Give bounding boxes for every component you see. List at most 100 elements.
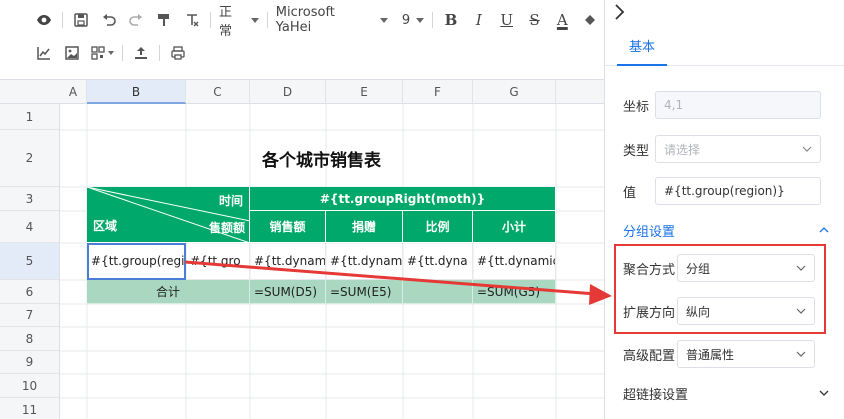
chevron-down-icon: [108, 51, 114, 55]
cell-d6[interactable]: =SUM(D5): [250, 280, 326, 304]
row-header-2[interactable]: 2: [0, 130, 60, 187]
chevron-down-icon: [796, 351, 806, 357]
row-header-8[interactable]: 8: [0, 327, 60, 351]
advanced-select[interactable]: 普通属性: [677, 340, 815, 368]
row-header-3[interactable]: 3: [0, 187, 60, 211]
column-header-bar: A B C D E F G: [0, 80, 604, 104]
row-header-10[interactable]: 10: [0, 374, 60, 398]
col-donation-header[interactable]: 捐赠: [326, 211, 403, 243]
column-header-d[interactable]: D: [250, 80, 326, 104]
cell-e6[interactable]: =SUM(E5): [326, 280, 403, 304]
font-size-value: 9: [401, 12, 411, 28]
cell-b5-selected[interactable]: #{tt.group(regi: [87, 243, 186, 280]
font-size-select[interactable]: 9: [398, 7, 428, 33]
chevron-down-icon: [416, 17, 425, 23]
hyperlink-settings-title: 超链接设置: [623, 387, 689, 403]
print-icon[interactable]: [164, 39, 192, 67]
column-header-g[interactable]: G: [473, 80, 556, 104]
cell-d5[interactable]: #{tt.dynami: [250, 243, 326, 280]
highlight-box: [614, 244, 826, 334]
spreadsheet-grid[interactable]: A B C D E F G 1 2 3 4 5 6 7 8 9 10 11 各个…: [0, 80, 604, 419]
qrcode-icon[interactable]: [86, 39, 118, 67]
column-header-e[interactable]: E: [326, 80, 403, 104]
clear-format-icon[interactable]: [178, 6, 206, 34]
toolbar-separator: [61, 12, 63, 28]
image-icon[interactable]: [58, 39, 86, 67]
toolbar-separator: [266, 12, 268, 28]
preview-eye-icon[interactable]: [30, 6, 58, 34]
coord-input[interactable]: 4,1: [655, 91, 821, 119]
col-ratio-header[interactable]: 比例: [403, 211, 473, 243]
font-family-select[interactable]: Microsoft YaHei: [272, 5, 392, 35]
upload-icon[interactable]: [127, 39, 155, 67]
font-family-value: Microsoft YaHei: [275, 5, 335, 35]
chevron-down-icon: [379, 17, 388, 23]
font-color-button[interactable]: A: [548, 6, 576, 34]
strikethrough-button[interactable]: S: [521, 6, 549, 34]
cell-f6[interactable]: [403, 280, 473, 304]
toolbar-row-1: 正常 Microsoft YaHei 9 B I U S A: [30, 2, 604, 39]
fill-color-icon[interactable]: [576, 6, 604, 34]
redo-icon[interactable]: [122, 6, 150, 34]
group-settings-title: 分组设置: [623, 224, 676, 240]
hyperlink-settings-section[interactable]: 超链接设置: [623, 381, 829, 405]
cell-g6[interactable]: =SUM(G5): [473, 280, 556, 304]
value-input[interactable]: #{tt.group(region)}: [655, 177, 821, 205]
coord-label: 坐标: [623, 99, 650, 115]
toolbar-separator: [122, 45, 123, 61]
report-title-cell[interactable]: 各个城市销售表: [87, 130, 556, 187]
chevron-up-icon: [819, 227, 829, 233]
row-header-5[interactable]: 5: [0, 243, 60, 280]
type-label: 类型: [623, 143, 650, 159]
advanced-select-value: 普通属性: [686, 347, 735, 362]
col-subtotal-header[interactable]: 小计: [473, 211, 556, 243]
toolbar-row-2: [30, 35, 192, 71]
cell-total-label[interactable]: 合计: [87, 280, 250, 304]
toolbar: 正常 Microsoft YaHei 9 B I U S A: [0, 0, 604, 80]
row-header-11[interactable]: 11: [0, 398, 60, 419]
undo-icon[interactable]: [95, 6, 123, 34]
group-right-header-cell[interactable]: #{tt.groupRight(moth)}: [250, 187, 556, 211]
group-settings-section[interactable]: 分组设置: [623, 218, 829, 242]
chevron-down-icon: [802, 146, 812, 152]
panel-tabs: 基本: [605, 30, 844, 66]
row-header-7[interactable]: 7: [0, 304, 60, 327]
property-panel: 基本 坐标 4,1 类型 请选择 值 #{tt.group(region)} 分…: [604, 0, 844, 419]
column-header-f[interactable]: F: [403, 80, 473, 104]
header-time-label: 时间: [218, 194, 243, 208]
tab-basic[interactable]: 基本: [617, 30, 668, 66]
column-header-c[interactable]: C: [186, 80, 250, 104]
toolbar-separator: [432, 12, 434, 28]
header-region-label: 区域: [93, 219, 118, 233]
format-painter-icon[interactable]: [150, 6, 178, 34]
type-select[interactable]: 请选择: [655, 135, 821, 163]
advanced-label: 高级配置: [623, 348, 676, 364]
value-label: 值: [623, 185, 637, 201]
chevron-down-icon: [250, 17, 259, 23]
column-header-a[interactable]: A: [60, 80, 87, 104]
bold-button[interactable]: B: [437, 6, 465, 34]
italic-button[interactable]: I: [465, 6, 493, 34]
type-select-placeholder: 请选择: [664, 142, 701, 157]
column-header-b[interactable]: B: [87, 80, 186, 104]
paragraph-style-select[interactable]: 正常: [215, 5, 263, 39]
chart-line-icon[interactable]: [30, 39, 58, 67]
col-sales-header[interactable]: 销售额: [250, 211, 326, 243]
row-header-9[interactable]: 9: [0, 351, 60, 374]
chevron-down-icon: [819, 390, 829, 396]
toolbar-separator: [159, 45, 160, 61]
row-header-1[interactable]: 1: [0, 104, 60, 130]
diagonal-header-cell[interactable]: 时间 区域 售额额: [87, 187, 250, 243]
row-header-6[interactable]: 6: [0, 280, 60, 304]
paragraph-style-value: 正常: [218, 5, 232, 39]
chevron-right-icon[interactable]: [609, 2, 629, 22]
underline-button[interactable]: U: [493, 6, 521, 34]
cell-g5[interactable]: #{tt.dynamic: [473, 243, 556, 280]
toolbar-separator: [209, 12, 211, 28]
cell-e5[interactable]: #{tt.dynami: [326, 243, 403, 280]
save-icon[interactable]: [67, 6, 95, 34]
header-sales-label: 售额额: [208, 221, 245, 235]
cell-f5[interactable]: #{tt.dyna: [403, 243, 473, 280]
cell-c5[interactable]: #{tt.gro: [186, 243, 250, 280]
row-header-4[interactable]: 4: [0, 211, 60, 243]
